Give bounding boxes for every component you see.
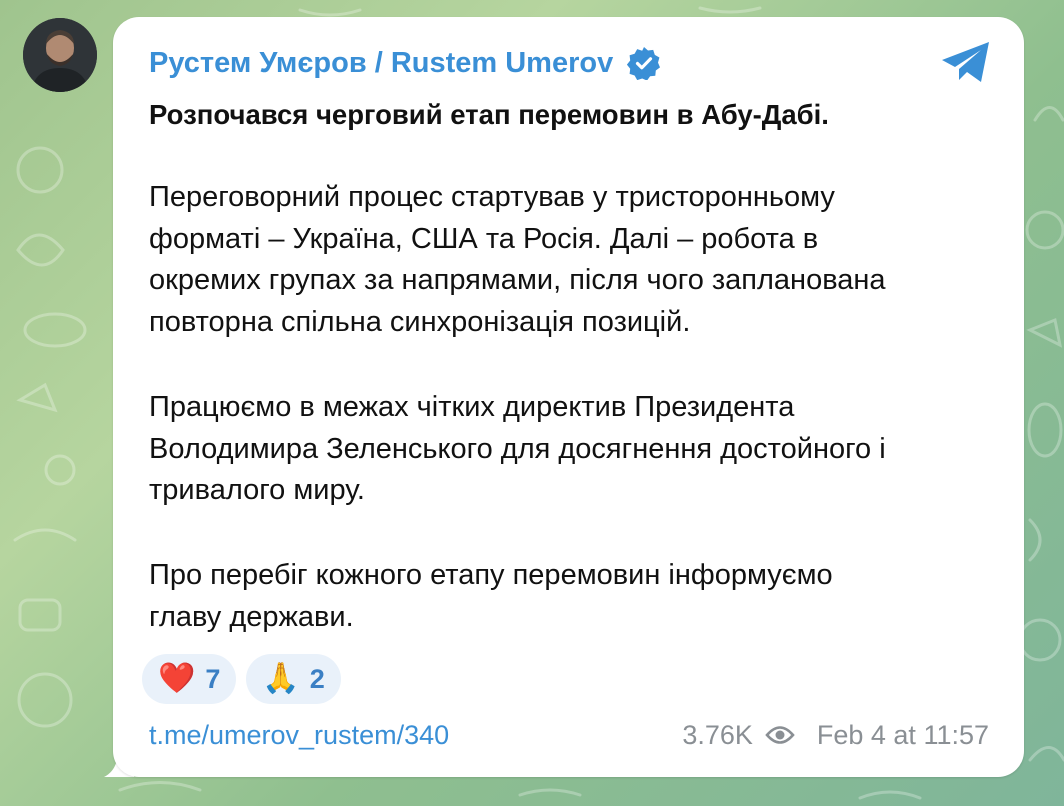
text-line: форматі – Україна, США та Росія. Далі – … xyxy=(149,222,819,255)
reaction-heart[interactable]: ❤️ 7 xyxy=(142,654,237,704)
views-count: 3.76K xyxy=(682,719,753,750)
avatar-photo-icon xyxy=(23,18,97,92)
channel-author[interactable]: Рустем Умєров / Rustem Umerov xyxy=(149,43,661,83)
channel-avatar[interactable] xyxy=(23,18,97,92)
post-paragraph-3: Про перебіг кожного етапу перемовин інфо… xyxy=(149,555,1009,638)
text-line: тривалого миру. xyxy=(149,474,365,506)
post-link[interactable]: t.me/umerov_rustem/340 xyxy=(149,715,449,755)
text-line: Працюємо в межах чітких директив Президе… xyxy=(149,391,795,423)
post-date: Feb 4 at 11:57 xyxy=(816,719,989,750)
post-paragraph-1: Переговорний процес стартував у тристоро… xyxy=(149,177,1009,343)
text-line: Про перебіг кожного етапу перемовин інфо… xyxy=(149,559,833,591)
reactions-bar: ❤️ 7 🙏 2 xyxy=(142,654,341,704)
telegram-plane-icon[interactable] xyxy=(940,40,992,84)
post-meta: 3.76K Feb 4 at 11:57 xyxy=(682,715,989,755)
text-line: Володимира Зеленського для досягнення до… xyxy=(149,432,886,465)
text-line: главу держави. xyxy=(149,600,354,633)
verified-badge-icon xyxy=(627,47,661,80)
post-title: Розпочався черговий етап перемовин в Абу… xyxy=(149,99,829,130)
post-paragraph-2: Працюємо в межах чітких директив Президе… xyxy=(149,387,1009,512)
pray-emoji-icon: 🙏 xyxy=(262,661,300,696)
author-name[interactable]: Рустем Умєров / Rustem Umerov xyxy=(149,47,613,80)
reaction-count: 2 xyxy=(309,663,325,694)
reaction-count: 7 xyxy=(205,663,221,694)
eye-icon xyxy=(765,726,795,744)
text-line: повторна спільна синхронізація позицій. xyxy=(149,305,691,338)
text-line: окремих групах за напрямами, після чого … xyxy=(149,264,886,296)
text-line: Переговорний процес стартував у тристоро… xyxy=(149,181,835,213)
reaction-pray[interactable]: 🙏 2 xyxy=(246,654,341,704)
heart-emoji-icon: ❤️ xyxy=(158,661,196,696)
